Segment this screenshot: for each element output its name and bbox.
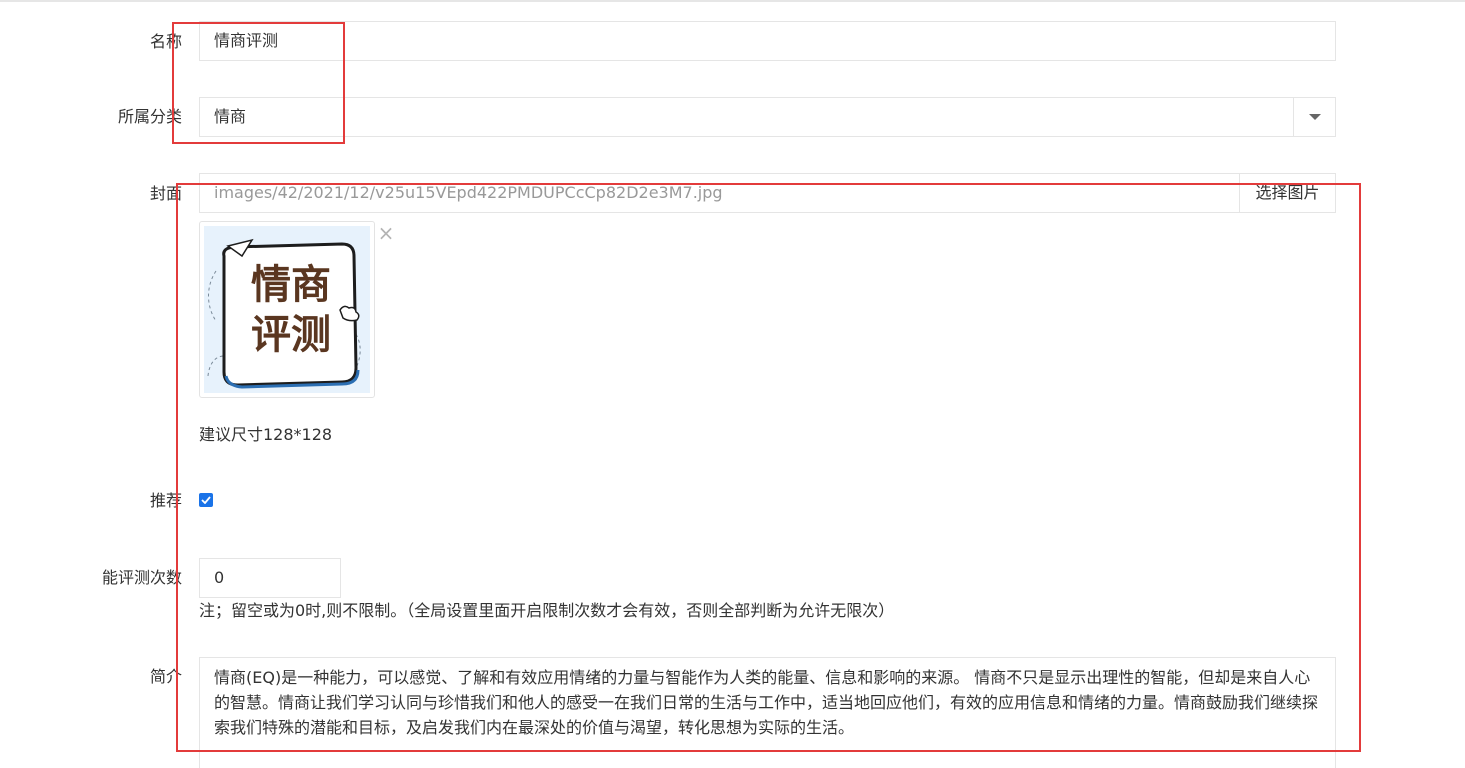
edit-form-page: 名称 情商评测 所属分类 情商 封面 images/42/2021/12/v25… xyxy=(0,0,1465,768)
top-divider xyxy=(0,0,1465,2)
cover-thumbnail: 情商 评测 xyxy=(199,221,375,398)
cover-text-line1: 情商 xyxy=(251,262,331,308)
check-icon xyxy=(201,496,211,504)
intro-label: 简介 xyxy=(149,667,182,686)
attempts-input[interactable]: 0 xyxy=(199,558,341,598)
category-selected-value: 情商 xyxy=(214,107,247,126)
recommend-label: 推荐 xyxy=(149,491,182,510)
cover-path-input[interactable]: images/42/2021/12/v25u15VEpd422PMDUPCcCp… xyxy=(199,173,1336,213)
size-hint: 建议尺寸128*128 xyxy=(199,425,333,444)
recommend-checkbox[interactable] xyxy=(199,493,213,507)
select-image-button[interactable]: 选择图片 xyxy=(1239,174,1335,212)
intro-textarea[interactable]: 情商(EQ)是一种能力，可以感觉、了解和有效应用情绪的力量与智能作为人类的能量、… xyxy=(199,657,1336,768)
cover-image: 情商 评测 xyxy=(204,226,370,393)
name-label: 名称 xyxy=(149,32,182,51)
cover-label: 封面 xyxy=(149,184,182,203)
close-icon[interactable]: × xyxy=(377,223,395,243)
category-select[interactable]: 情商 xyxy=(199,97,1336,137)
attempts-label: 能评测次数 xyxy=(101,568,182,587)
attempts-note: 注；留空或为0时,则不限制。（全局设置里面开启限制次数才会有效，否则全部判断为允… xyxy=(199,601,895,620)
cover-text-line2: 评测 xyxy=(251,312,331,358)
name-input[interactable]: 情商评测 xyxy=(199,21,1336,61)
category-label: 所属分类 xyxy=(117,107,182,126)
chevron-down-icon[interactable] xyxy=(1293,98,1335,136)
cover-path-text: images/42/2021/12/v25u15VEpd422PMDUPCcCp… xyxy=(214,183,723,202)
